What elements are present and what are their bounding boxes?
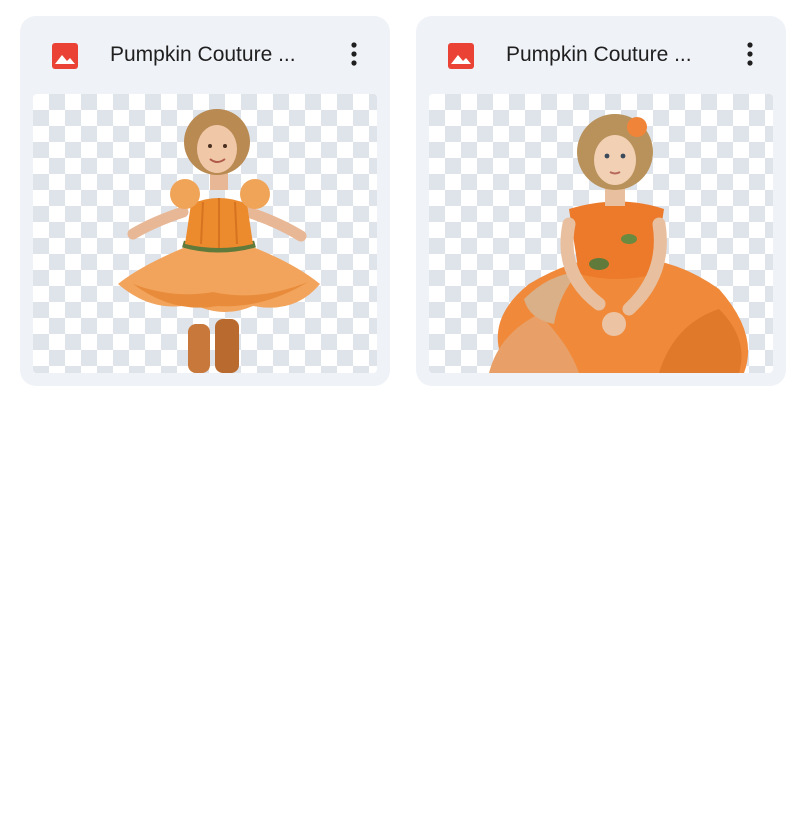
file-card[interactable]: Pumpkin Couture ... <box>20 16 390 386</box>
file-card-header: Pumpkin Couture ... <box>20 16 390 94</box>
thumbnail-image <box>118 109 320 373</box>
file-name: Pumpkin Couture ... <box>110 43 296 66</box>
file-card[interactable]: Pumpkin Couture ... <box>416 16 786 386</box>
file-thumbnail[interactable] <box>33 94 377 373</box>
image-file-icon <box>52 43 78 69</box>
file-thumbnail[interactable] <box>429 94 773 373</box>
file-grid: Pumpkin Couture ... Pumpkin Couture ... <box>20 16 786 386</box>
image-file-icon <box>448 43 474 69</box>
more-actions-button[interactable] <box>336 36 372 72</box>
more-vert-icon <box>747 42 753 66</box>
file-card-header: Pumpkin Couture ... <box>416 16 786 94</box>
more-actions-button[interactable] <box>732 36 768 72</box>
more-vert-icon <box>351 42 357 66</box>
thumbnail-image <box>489 114 749 373</box>
file-name: Pumpkin Couture ... <box>506 43 692 66</box>
